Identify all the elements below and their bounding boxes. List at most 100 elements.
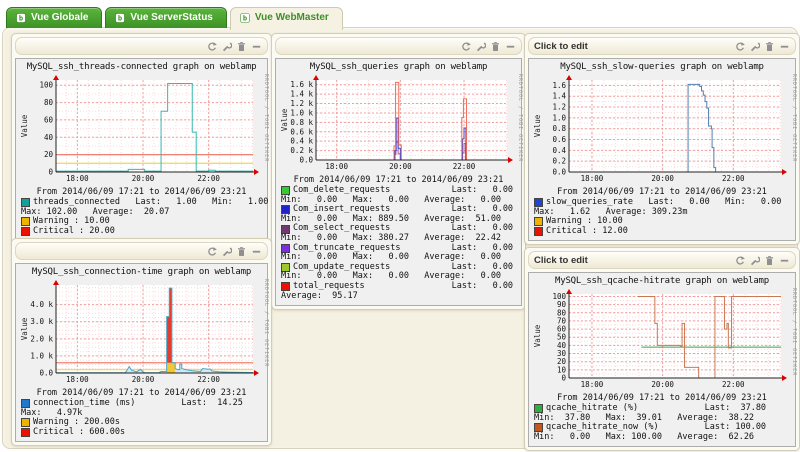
legend-text: Critical : 20.00 <box>33 227 115 237</box>
trash-icon[interactable] <box>236 41 247 52</box>
svg-text:1.2 k: 1.2 k <box>290 99 313 108</box>
y-axis-title: Value <box>20 114 29 137</box>
graph-from-range: From 2014/06/09 17:21 to 2014/06/09 23:2… <box>531 187 793 197</box>
svg-text:b: b <box>118 14 122 22</box>
graph-image: MySQL_ssh_slow-queries graph on weblamp 0… <box>528 58 796 241</box>
legend-text: Average: 95.17 <box>281 292 358 302</box>
plot-background <box>569 80 781 172</box>
tab-vue-globale[interactable]: b Vue Globale <box>6 7 102 28</box>
legend-swatch <box>21 399 30 408</box>
trash-icon[interactable] <box>236 246 247 257</box>
x-axis-arrow <box>782 375 787 381</box>
widget-header[interactable]: Click to edit <box>528 37 796 55</box>
x-axis-arrow <box>254 370 259 376</box>
widget-header[interactable] <box>15 242 268 260</box>
plot-background <box>316 80 507 160</box>
collapse-icon[interactable] <box>779 255 790 266</box>
y-axis-title: Value <box>20 317 29 340</box>
y-axis-title: Value <box>280 108 289 131</box>
rrdtool-watermark: RRDTOOL / TOBI OETIKER <box>261 74 269 185</box>
svg-text:3.0 k: 3.0 k <box>30 317 53 326</box>
svg-text:0.0: 0.0 <box>299 156 313 165</box>
trash-icon[interactable] <box>764 41 775 52</box>
collapse-icon[interactable] <box>779 41 790 52</box>
view-tab-icon: b <box>115 13 125 23</box>
svg-text:20: 20 <box>557 357 567 366</box>
legend-row: Average: 95.17 <box>281 292 516 302</box>
legend-swatch <box>281 186 290 195</box>
legend-swatch <box>21 418 30 427</box>
svg-text:b: b <box>19 14 23 22</box>
widget-header-icons <box>734 255 790 266</box>
x-axis-arrow <box>782 169 787 175</box>
collapse-icon[interactable] <box>251 41 262 52</box>
widget-header[interactable] <box>15 37 268 55</box>
widget-header[interactable] <box>275 37 522 55</box>
trash-icon[interactable] <box>764 255 775 266</box>
view-tab-icon: b <box>16 13 26 23</box>
svg-text:50: 50 <box>557 333 567 342</box>
trash-icon[interactable] <box>490 41 501 52</box>
chart-area: 0.00.2 k0.4 k0.6 k0.8 k1.0 k1.2 k1.4 k1.… <box>278 74 519 173</box>
svg-text:1.0 k: 1.0 k <box>30 351 53 360</box>
widget-header[interactable]: Click to edit <box>528 251 796 269</box>
wrench-icon[interactable] <box>749 255 760 266</box>
legend-row: Critical : 12.00 <box>534 227 790 237</box>
graph-title: MySQL_ssh_slow-queries graph on weblamp <box>531 62 793 72</box>
svg-text:22:00: 22:00 <box>722 174 745 183</box>
wrench-icon[interactable] <box>749 41 760 52</box>
plot-background <box>56 80 253 172</box>
svg-text:70: 70 <box>557 316 567 325</box>
svg-text:80: 80 <box>44 98 54 107</box>
refresh-icon[interactable] <box>734 41 745 52</box>
svg-text:1.0: 1.0 <box>552 113 566 122</box>
collapse-icon[interactable] <box>505 41 516 52</box>
svg-text:0.6: 0.6 <box>552 135 566 144</box>
legend-text: Min: 0.00 Max: 100.00 Average: 62.26 <box>534 433 754 443</box>
tab-vue-serverstatus[interactable]: b Vue ServerStatus <box>105 7 226 28</box>
svg-text:18:00: 18:00 <box>66 375 89 384</box>
svg-text:80: 80 <box>557 308 567 317</box>
refresh-icon[interactable] <box>734 255 745 266</box>
y-axis-arrow <box>53 280 59 285</box>
rrdtool-watermark: RRDTOOL / TOBI OETIKER <box>261 279 269 386</box>
svg-text:22:00: 22:00 <box>197 375 220 384</box>
legend-swatch <box>21 227 30 236</box>
svg-text:0: 0 <box>48 168 53 177</box>
tab-label: Vue ServerStatus <box>130 12 212 23</box>
svg-text:10: 10 <box>557 365 567 374</box>
legend-swatch <box>534 217 543 226</box>
refresh-icon[interactable] <box>460 41 471 52</box>
svg-text:0.2 k: 0.2 k <box>290 146 313 155</box>
svg-text:0.0: 0.0 <box>39 369 53 378</box>
svg-text:1.6: 1.6 <box>552 81 566 90</box>
tab-label: Vue WebMaster <box>255 12 329 23</box>
widget-header-icons <box>206 41 262 52</box>
y-axis-arrow <box>313 75 319 80</box>
tab-vue-webmaster[interactable]: b Vue WebMaster <box>230 7 343 30</box>
chart-plot: 0.00.2 k0.4 k0.6 k0.8 k1.0 k1.2 k1.4 k1.… <box>278 74 515 173</box>
svg-text:18:00: 18:00 <box>581 380 604 389</box>
refresh-icon[interactable] <box>206 246 217 257</box>
legend-row: Critical : 600.00s <box>21 428 262 438</box>
y-axis-title: Value <box>533 324 542 347</box>
widget-header-title: Click to edit <box>534 255 588 266</box>
graph-legend: threads_connected Last: 1.00 Min: 1.00Ma… <box>18 198 265 236</box>
collapse-icon[interactable] <box>251 246 262 257</box>
svg-text:90: 90 <box>557 300 567 309</box>
svg-text:20:00: 20:00 <box>132 174 155 183</box>
svg-text:0.6 k: 0.6 k <box>290 127 313 136</box>
graph-image: MySQL_ssh_queries graph on weblamp0.00.2… <box>275 58 522 306</box>
svg-text:1.2: 1.2 <box>552 103 566 112</box>
widget-connection-time: MySQL_ssh_connection-time graph on webla… <box>11 238 272 446</box>
graph-legend: slow_queries_rate Last: 0.00 Min: 0.00Ma… <box>531 198 793 236</box>
wrench-icon[interactable] <box>475 41 486 52</box>
wrench-icon[interactable] <box>221 246 232 257</box>
svg-text:20: 20 <box>44 150 54 159</box>
refresh-icon[interactable] <box>206 41 217 52</box>
svg-text:b: b <box>243 14 247 22</box>
wrench-icon[interactable] <box>221 41 232 52</box>
svg-text:0.8: 0.8 <box>552 124 566 133</box>
plot-background <box>56 285 253 373</box>
y-axis-arrow <box>566 75 572 80</box>
